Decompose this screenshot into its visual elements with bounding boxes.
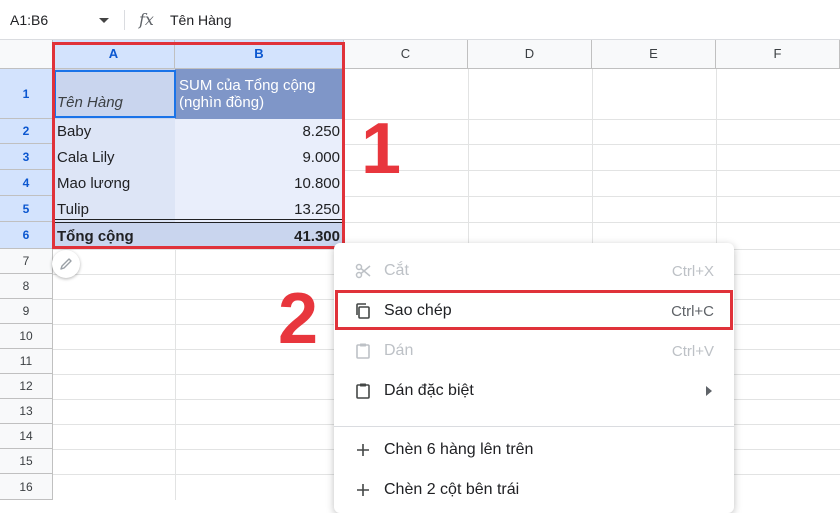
clipboard-icon [356,343,370,359]
row-header-14[interactable]: 14 [0,424,53,449]
row-header-1[interactable]: 1 [0,69,53,119]
formula-bar: A1:B6 fx Tên Hàng [0,0,840,40]
row-header-4[interactable]: 4 [0,170,53,196]
menu-item-insert-columns[interactable]: Chèn 2 cột bên trái [334,470,734,510]
pivot-row-value[interactable]: 10.800 [175,170,344,196]
pivot-row-value[interactable]: 9.000 [175,144,344,170]
plus-icon [357,444,369,456]
pivot-row-label[interactable]: Cala Lily [53,144,175,170]
pivot-row-label[interactable]: Baby [53,119,175,144]
step-annotation-1: 1 [361,109,402,189]
column-header-e[interactable]: E [592,40,716,69]
pivot-row-value[interactable]: 8.250 [175,119,344,144]
menu-item-paste[interactable]: Dán Ctrl+V [334,331,734,371]
row-header-10[interactable]: 10 [0,324,53,349]
step-annotation-2: 2 [278,279,319,359]
formula-input[interactable]: Tên Hàng [170,12,231,28]
active-cell-outline [54,70,176,118]
menu-separator [334,426,734,427]
menu-item-shortcut: Ctrl+V [671,343,714,360]
menu-item-cut[interactable]: Cắt Ctrl+X [334,251,734,291]
menu-item-label: Dán [384,342,414,359]
column-header-c[interactable]: C [344,40,468,69]
scissors-icon [355,263,371,279]
menu-item-label: Cắt [384,262,409,279]
menu-item-insert-rows[interactable]: Chèn 6 hàng lên trên [334,430,734,470]
column-header-a[interactable]: A [53,40,175,69]
copy-highlight-box [335,290,733,330]
row-header-15[interactable]: 15 [0,449,53,474]
fx-icon: fx [139,10,154,29]
pivot-header-b[interactable]: SUM của Tổng cộng (nghìn đồng) [175,69,344,119]
pivot-total-label[interactable]: Tổng cộng [53,223,175,249]
menu-item-paste-special[interactable]: Dán đặc biệt [334,371,734,411]
plus-icon [357,484,369,496]
context-menu: Cắt Ctrl+X Sao chép Ctrl+C Dán Ctrl+V Dá… [334,243,734,513]
column-header-d[interactable]: D [468,40,592,69]
row-header-12[interactable]: 12 [0,374,53,399]
row-header-5[interactable]: 5 [0,196,53,222]
menu-item-shortcut: Ctrl+X [671,263,714,280]
row-header-9[interactable]: 9 [0,299,53,324]
row-header-7[interactable]: 7 [0,249,53,274]
edit-pivot-button[interactable] [52,250,80,278]
column-header-b[interactable]: B [175,40,344,69]
menu-item-label: Dán đặc biệt [384,382,474,399]
name-box-dropdown-icon[interactable] [99,18,109,23]
name-box[interactable]: A1:B6 [10,12,48,28]
formula-bar-divider [124,10,125,30]
pivot-total-value[interactable]: 41.300 [175,223,344,249]
row-header-6[interactable]: 6 [0,222,53,249]
menu-item-label: Chèn 2 cột bên trái [384,481,520,498]
select-all-corner[interactable] [0,40,53,69]
pencil-icon [60,258,72,270]
row-header-3[interactable]: 3 [0,144,53,170]
row-header-13[interactable]: 13 [0,399,53,424]
clipboard-icon [356,383,370,399]
row-header-8[interactable]: 8 [0,274,53,299]
submenu-arrow-icon [706,386,712,396]
pivot-header-b-line1: SUM của Tổng cộng [179,77,316,94]
column-header-f[interactable]: F [716,40,840,69]
row-header-11[interactable]: 11 [0,349,53,374]
pivot-header-b-line2: (nghìn đồng) [179,94,265,111]
menu-item-label: Chèn 6 hàng lên trên [384,441,534,458]
row-header-16[interactable]: 16 [0,474,53,500]
pivot-row-label[interactable]: Mao lương [53,170,175,196]
row-header-2[interactable]: 2 [0,119,53,144]
